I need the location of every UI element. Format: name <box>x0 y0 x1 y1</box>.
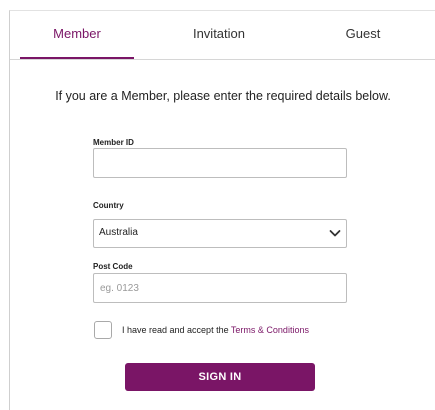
country-label: Country <box>93 201 124 210</box>
tab-invitation[interactable]: Invitation <box>160 11 278 58</box>
terms-checkbox[interactable] <box>94 321 112 339</box>
tab-member[interactable]: Member <box>20 11 134 59</box>
terms-conditions-link[interactable]: Terms & Conditions <box>231 325 309 335</box>
tab-guest[interactable]: Guest <box>310 11 416 58</box>
country-select[interactable]: Australia <box>93 219 347 248</box>
post-code-input[interactable] <box>93 273 347 303</box>
country-selected-value: Australia <box>99 227 138 238</box>
intro-text: If you are a Member, please enter the re… <box>55 89 391 103</box>
sign-in-panel: Member Invitation Guest If you are a Mem… <box>9 10 435 410</box>
terms-text: I have read and accept the Terms & Condi… <box>122 325 309 335</box>
member-id-label: Member ID <box>93 138 134 147</box>
tab-bar: Member Invitation Guest <box>10 11 435 60</box>
sign-in-button[interactable]: SIGN IN <box>125 363 315 391</box>
terms-prefix: I have read and accept the <box>122 325 231 335</box>
post-code-label: Post Code <box>93 262 133 271</box>
chevron-down-icon <box>329 230 341 237</box>
member-id-input[interactable] <box>93 148 347 178</box>
